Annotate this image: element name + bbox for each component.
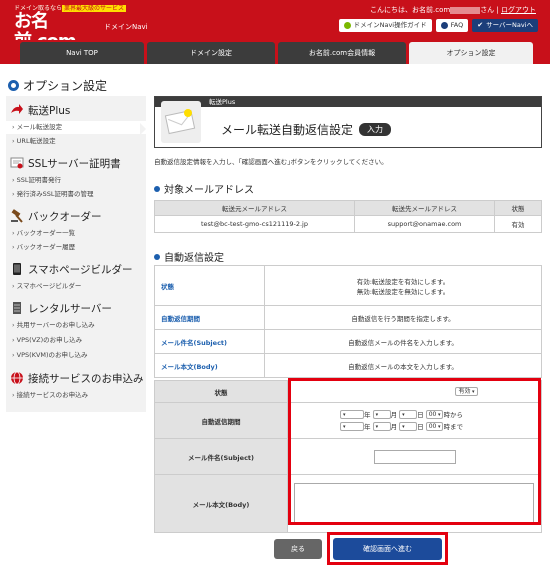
active-item-pointer: [140, 123, 146, 135]
sidebar-section-backorder[interactable]: バックオーダー: [6, 206, 146, 226]
smartphone-icon: [13, 263, 21, 275]
logout-link[interactable]: ログアウト: [501, 6, 536, 14]
help-label-subject: メール件名(Subject): [154, 329, 265, 354]
sidebar-item-backorder-history[interactable]: バックオーダー履歴: [6, 241, 146, 254]
guide-button[interactable]: ドメインNavi操作ガイド: [338, 19, 432, 32]
end-day-select[interactable]: [399, 422, 418, 431]
gavel-icon: [11, 209, 23, 223]
sidebar-item-vps-kvm[interactable]: VPS(KVM)のお申し込み: [6, 349, 146, 362]
period-label: 自動返信期間: [154, 402, 288, 439]
body-label: メール本文(Body): [154, 474, 288, 533]
sidebar-item-backorder-list[interactable]: バックオーダー一覧: [6, 227, 146, 240]
sidebar-item-ssl-manage[interactable]: 発行済みSSL証明書の管理: [6, 188, 146, 201]
table-row: メール件名(Subject) 自動返信メールの件名を入力します。: [154, 329, 542, 354]
tab-member-info[interactable]: お名前.com会員情報: [278, 42, 406, 64]
sidebar-item-connection-service[interactable]: 接続サービスのお申込み: [6, 389, 146, 402]
auto-reply-form: 状態 有効 自動返信期間 年 月 日 00時から 年 月 日 00時まで メール…: [154, 380, 542, 533]
help-desc-subject: 自動返信メールの件名を入力します。: [264, 329, 542, 354]
end-hour-select[interactable]: 00: [425, 422, 444, 431]
site-logo[interactable]: ドメイン取るなら業界最大級のサービス お名前.com by GMO www.on…: [14, 3, 127, 87]
sidebar-item-ssl-issue[interactable]: SSL証明書発行: [6, 174, 146, 187]
help-desc-status: 有効:転送設定を有効にします。 無効:転送設定を無効にします。: [264, 265, 542, 306]
banner-category: 転送Plus: [155, 97, 541, 107]
col-source-address: 転送元メールアドレス: [154, 200, 355, 216]
col-destination-address: 転送先メールアドレス: [354, 200, 495, 216]
tab-domain-settings[interactable]: ドメイン設定: [147, 42, 275, 64]
subject-label: メール件名(Subject): [154, 438, 288, 475]
forward-arrow-icon: [11, 104, 23, 114]
auto-reply-heading: 自動返信設定: [154, 249, 224, 264]
confirm-button[interactable]: 確認画面へ進む: [333, 538, 442, 560]
page-title: オプション設定: [8, 77, 107, 94]
check-icon: ✔: [477, 21, 484, 29]
site-header: ドメイン取るなら業界最大級のサービス お名前.com by GMO www.on…: [0, 0, 550, 87]
start-day-select[interactable]: [399, 410, 418, 419]
help-desc-body: 自動返信メールの本文を入力します。: [264, 353, 542, 378]
help-label-period: 自動返信期間: [154, 305, 265, 330]
sidebar-section-connection-service[interactable]: 接続サービスのお申込み: [6, 368, 146, 388]
step-badge: 入力: [359, 123, 392, 136]
sidebar-section-forward-plus[interactable]: 転送Plus: [6, 100, 146, 120]
question-icon: [440, 22, 448, 29]
sidebar-section-smartphone-builder[interactable]: スマホページビルダー: [6, 259, 146, 279]
start-month-select[interactable]: [372, 410, 391, 419]
sidebar-item-shared-server[interactable]: 共用サーバーのお申し込み: [6, 319, 146, 332]
start-year-select[interactable]: [340, 410, 364, 419]
server-navi-button[interactable]: ✔ サーバーNaviへ: [472, 19, 538, 32]
start-hour-select[interactable]: 00: [425, 410, 444, 419]
server-icon: [13, 302, 21, 314]
greeting: こんにちは、お名前.com さん | ログアウト: [370, 6, 536, 14]
target-mail-heading: 対象メールアドレス: [154, 181, 254, 196]
mail-forward-icon: [161, 101, 201, 143]
end-year-select[interactable]: [340, 422, 364, 431]
faq-button[interactable]: FAQ: [435, 19, 469, 32]
instruction-text: 自動返信設定情報を入力し、｢確認画面へ進む｣ボタンをクリックしてください。: [154, 158, 388, 166]
sidebar-section-ssl[interactable]: SSLサーバー証明書: [6, 153, 146, 173]
table-row: test@bc-test-gmo-cs121119-2.jp support@o…: [154, 215, 542, 233]
banner-title: メール転送自動返信設定 入力: [221, 121, 392, 138]
col-status: 状態: [494, 200, 542, 216]
page-banner: 転送Plus メール転送自動返信設定 入力: [154, 96, 542, 148]
certificate-icon: [10, 157, 24, 169]
destination-address: support@onamae.com: [354, 215, 495, 233]
tab-option-settings[interactable]: オプション設定: [409, 42, 533, 64]
forward-status: 有効: [494, 215, 542, 233]
source-address: test@bc-test-gmo-cs121119-2.jp: [154, 215, 355, 233]
help-label-body: メール本文(Body): [154, 353, 265, 378]
main-tabs: Navi TOP ドメイン設定 お名前.com会員情報 オプション設定: [0, 40, 550, 64]
end-month-select[interactable]: [372, 422, 391, 431]
sidebar: 転送Plus メール転送設定 URL転送設定 SSLサーバー証明書 SSL証明書…: [6, 96, 146, 412]
bullet-icon: [154, 185, 160, 192]
help-desc-period: 自動返信を行う期間を指定します。: [264, 305, 542, 330]
table-row: 自動返信期間 自動返信を行う期間を指定します。: [154, 305, 542, 330]
table-row: 状態 有効:転送設定を有効にします。 無効:転送設定を無効にします。: [154, 265, 542, 306]
bullet-ring-icon: [8, 80, 19, 91]
redacted-username: [450, 6, 481, 14]
status-label: 状態: [154, 380, 288, 403]
period-end-row: 年 月 日 00時まで: [340, 421, 541, 433]
target-mail-table: 転送元メールアドレス 転送先メールアドレス 状態 test@bc-test-gm…: [154, 200, 542, 233]
sidebar-item-vps-vz[interactable]: VPS(VZ)のお申し込み: [6, 334, 146, 347]
body-textarea[interactable]: [294, 482, 534, 525]
service-name: ドメインNavi: [104, 23, 148, 31]
sidebar-section-rental-server[interactable]: レンタルサーバー: [6, 298, 146, 318]
sidebar-item-mail-forward[interactable]: メール転送設定: [6, 121, 146, 134]
connection-globe-icon: [11, 371, 23, 385]
back-button[interactable]: 戻る: [274, 539, 322, 559]
sidebar-item-smartphone-builder[interactable]: スマホページビルダー: [6, 280, 146, 293]
bullet-icon: [154, 253, 160, 260]
auto-reply-help-table: 状態 有効:転送設定を有効にします。 無効:転送設定を無効にします。 自動返信期間…: [154, 265, 542, 378]
status-select[interactable]: 有効: [455, 387, 478, 396]
period-start-row: 年 月 日 00時から: [340, 409, 541, 421]
tab-navi-top[interactable]: Navi TOP: [20, 42, 144, 64]
sidebar-item-url-forward[interactable]: URL転送設定: [6, 135, 146, 148]
table-row: メール本文(Body) 自動返信メールの本文を入力します。: [154, 353, 542, 378]
guide-icon: [343, 22, 351, 29]
help-label-status: 状態: [154, 265, 265, 306]
subject-input[interactable]: [374, 449, 456, 464]
